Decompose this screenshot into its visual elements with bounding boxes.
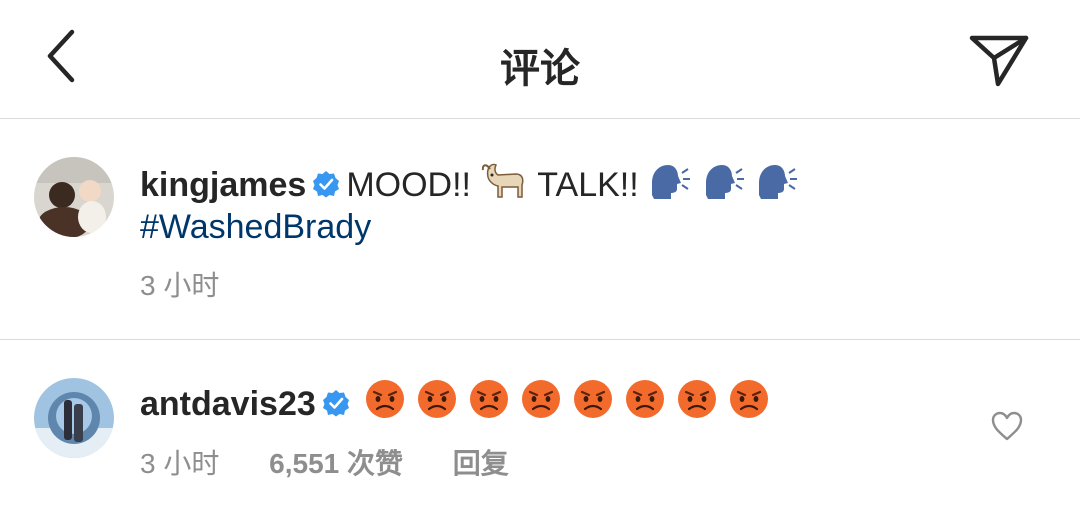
avatar-photo — [34, 157, 114, 237]
angry-face-emoji-icon — [521, 380, 560, 418]
page-title: 评论 — [500, 47, 580, 91]
caption-text-mood: MOOD!! — [346, 166, 471, 204]
avatar-photo — [34, 378, 114, 458]
speaking-head-icon — [652, 165, 691, 199]
reply-comment: antdavis23 3 小时 6,551 次赞 回复 — [0, 340, 1080, 520]
verified-badge-icon — [322, 390, 349, 417]
likes-count[interactable]: 6,551 次赞 — [269, 448, 403, 479]
angry-emoji-row — [356, 380, 772, 423]
angry-face-emoji-icon — [573, 380, 612, 418]
like-button[interactable] — [990, 410, 1024, 442]
username[interactable]: kingjames — [140, 166, 306, 204]
heart-icon — [991, 411, 1023, 441]
angry-face-emoji-icon — [625, 380, 664, 418]
timestamp: 3 小时 — [140, 448, 220, 479]
angry-face-emoji-icon — [729, 380, 768, 418]
angry-face-emoji-icon — [417, 380, 456, 418]
verified-badge-icon — [313, 171, 340, 198]
reply-meta: 3 小时 6,551 次赞 回复 — [140, 442, 551, 482]
angry-face-emoji-icon — [677, 380, 716, 418]
username[interactable]: antdavis23 — [140, 385, 316, 423]
speaking-head-icon — [705, 165, 744, 199]
goat-emoji-icon — [482, 163, 524, 198]
caption-text-talk: TALK!! — [537, 166, 639, 204]
angry-face-emoji-icon — [469, 380, 508, 418]
reply-text: antdavis23 — [140, 378, 772, 425]
caption-meta: 3 小时 — [140, 264, 261, 304]
avatar[interactable] — [34, 157, 114, 237]
avatar[interactable] — [34, 378, 114, 458]
speaking-head-icon — [759, 165, 798, 199]
hashtag-link[interactable]: #WashedBrady — [140, 208, 371, 246]
timestamp: 3 小时 — [140, 270, 220, 301]
caption-comment: kingjames MOOD!! TALK!! #WashedBrady 3 小… — [0, 119, 1080, 340]
caption-text: kingjames MOOD!! TALK!! #WashedBrady — [140, 161, 1020, 248]
header-bar: 评论 — [0, 0, 1080, 119]
share-button[interactable] — [968, 32, 1030, 88]
reply-button[interactable]: 回复 — [453, 448, 509, 479]
paper-plane-icon — [969, 35, 1029, 87]
angry-face-emoji-icon — [365, 380, 404, 418]
